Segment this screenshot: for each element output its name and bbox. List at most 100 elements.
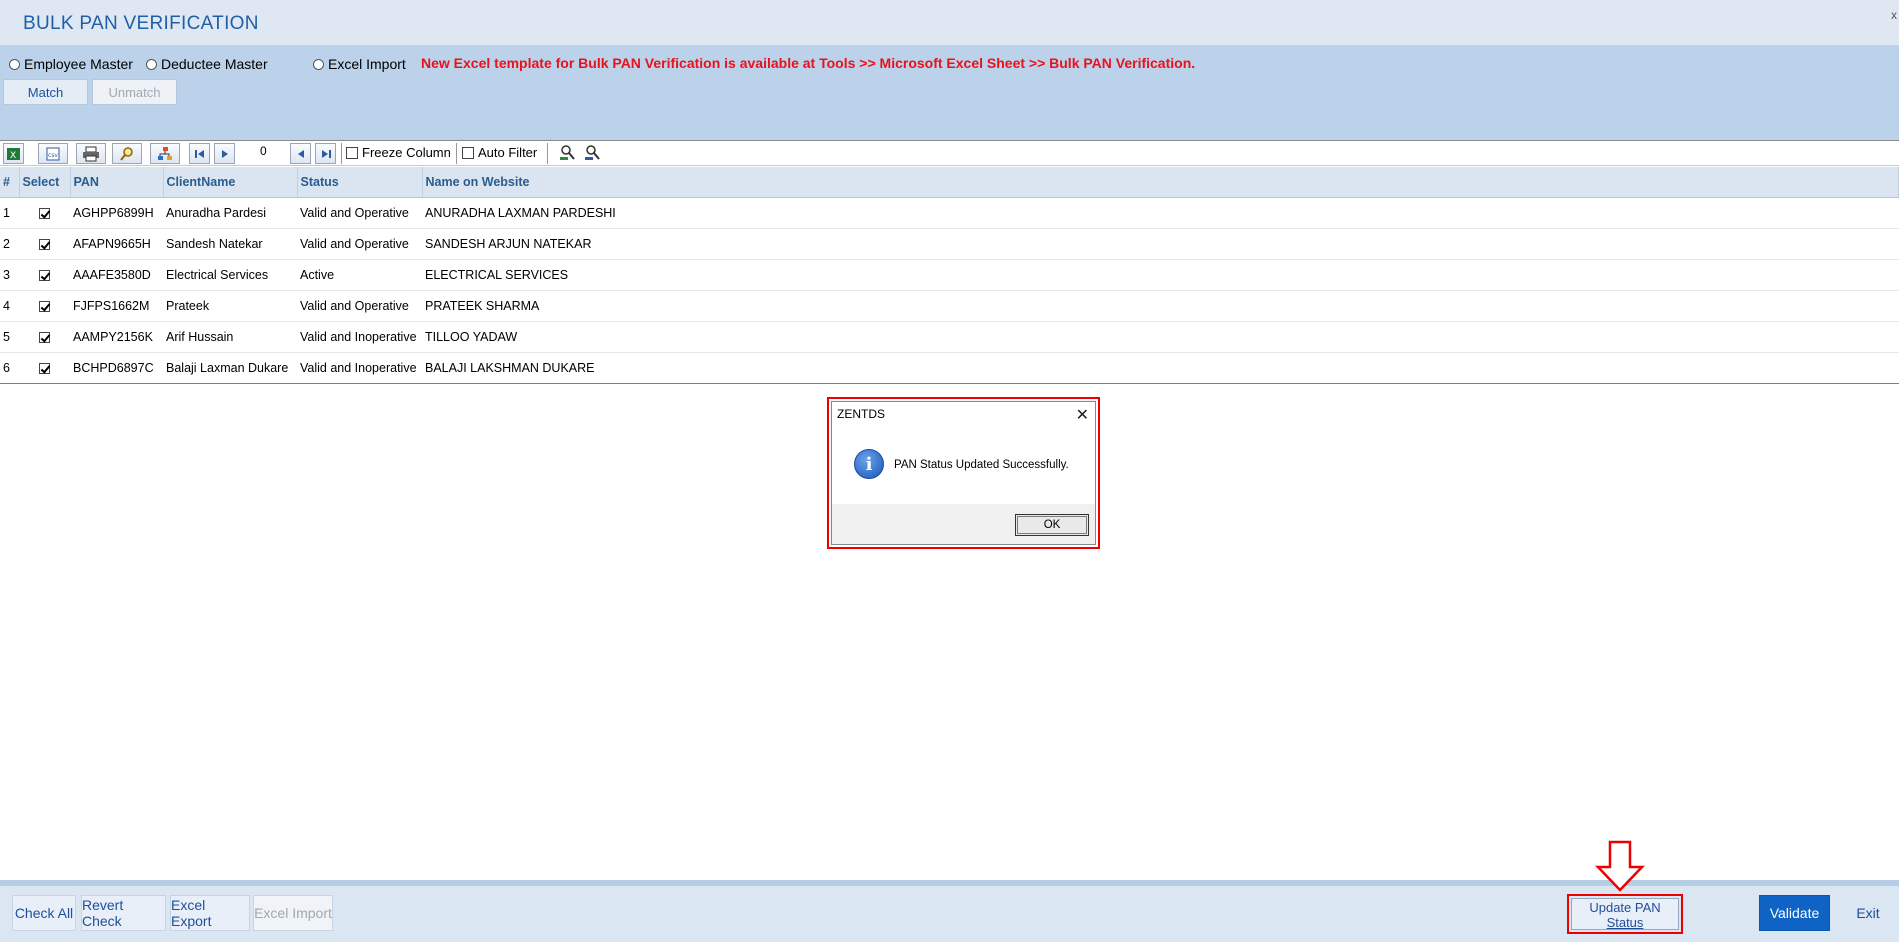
ok-button[interactable]: OK [1015, 514, 1089, 536]
pan-cell: AAAFE3580D [70, 259, 163, 291]
first-page-icon[interactable] [189, 143, 210, 164]
page-title: BULK PAN VERIFICATION [23, 13, 259, 34]
previous-page-icon[interactable] [290, 143, 311, 164]
hierarchy-icon[interactable] [150, 143, 180, 164]
table-row[interactable]: 1 AGHPP6899H Anuradha Pardesi Valid and … [0, 197, 1899, 229]
website-name-cell: PRATEEK SHARMA [422, 290, 1899, 322]
check-all-label: Check All [14, 905, 74, 921]
header-client-name[interactable]: ClientName [163, 167, 298, 198]
row-index: 2 [0, 228, 19, 260]
row-select-checkbox[interactable] [39, 331, 50, 343]
row-select-checkbox[interactable] [39, 238, 50, 250]
checkbox-box-icon [346, 146, 358, 159]
table-row[interactable]: 4 FJFPS1662M Prateek Valid and Operative… [0, 290, 1899, 322]
header-pan[interactable]: PAN [70, 167, 164, 198]
print-icon[interactable] [76, 143, 106, 164]
status-cell: Valid and Operative [297, 197, 422, 229]
header-select[interactable]: Select [19, 167, 71, 198]
status-cell: Valid and Operative [297, 290, 422, 322]
client-name-cell: Sandesh Natekar [163, 228, 297, 260]
options-panel: Employee Master Deductee Master Excel Im… [0, 46, 1899, 140]
radio-employee-master[interactable]: Employee Master [9, 56, 133, 72]
row-index: 5 [0, 321, 19, 353]
grid-toolbar: X csv 0 Freeze Column Auto Filter [0, 140, 1899, 166]
csv-export-icon[interactable]: csv [38, 143, 68, 164]
header-name-on-website[interactable]: Name on Website [422, 167, 1899, 198]
pan-verification-table: # Select PAN ClientName Status Name on W… [0, 167, 1899, 384]
svg-text:csv: csv [48, 152, 58, 159]
search-icon[interactable] [112, 143, 142, 164]
pan-cell: FJFPS1662M [70, 290, 163, 322]
check-all-button[interactable]: Check All [12, 895, 76, 931]
match-button[interactable]: Match [3, 79, 88, 105]
website-name-cell: BALAJI LAKSHMAN DUKARE [422, 352, 1899, 384]
pan-cell: AFAPN9665H [70, 228, 163, 260]
table-row[interactable]: 3 AAAFE3580D Electrical Services Active … [0, 259, 1899, 291]
excel-import-button[interactable]: Excel Import [253, 895, 333, 931]
client-name-cell: Anuradha Pardesi [163, 197, 297, 229]
window-close-icon[interactable]: x [1891, 8, 1897, 22]
exit-button[interactable]: Exit [1842, 895, 1894, 931]
title-bar: BULK PAN VERIFICATION x [0, 0, 1899, 46]
client-name-cell: Arif Hussain [163, 321, 297, 353]
revert-check-button[interactable]: Revert Check [81, 895, 166, 931]
header-index[interactable]: # [0, 167, 20, 198]
pan-cell: BCHPD6897C [70, 352, 163, 384]
radio-circle-icon [9, 58, 20, 70]
header-status[interactable]: Status [297, 167, 423, 198]
row-select-checkbox[interactable] [39, 269, 50, 281]
pan-cell: AGHPP6899H [70, 197, 163, 229]
table-row[interactable]: 6 BCHPD6897C Balaji Laxman Dukare Valid … [0, 352, 1899, 384]
validate-button[interactable]: Validate [1759, 895, 1830, 931]
update-label-line2: Status [1606, 915, 1644, 930]
website-name-cell: ELECTRICAL SERVICES [422, 259, 1899, 291]
status-cell: Active [297, 259, 422, 291]
radio-excel-import[interactable]: Excel Import [313, 56, 406, 72]
message-dialog: ZENTDS ✕ i PAN Status Updated Successful… [831, 401, 1096, 545]
client-name-cell: Prateek [163, 290, 297, 322]
pan-cell: AAMPY2156K [70, 321, 163, 353]
excel-export-icon[interactable]: X [3, 143, 24, 164]
clear-find-icon[interactable] [584, 144, 602, 165]
template-notice: New Excel template for Bulk PAN Verifica… [421, 55, 1196, 71]
row-index: 3 [0, 259, 19, 291]
status-cell: Valid and Inoperative [297, 321, 422, 353]
freeze-column-label: Freeze Column [362, 145, 451, 160]
client-name-cell: Balaji Laxman Dukare [163, 352, 297, 384]
table-row[interactable]: 2 AFAPN9665H Sandesh Natekar Valid and O… [0, 228, 1899, 260]
dialog-close-icon[interactable]: ✕ [1076, 405, 1089, 425]
toolbar-divider [341, 143, 342, 164]
find-user-icon[interactable] [559, 144, 577, 165]
radio-label: Excel Import [328, 56, 406, 72]
freeze-column-checkbox[interactable]: Freeze Column [346, 145, 451, 160]
row-select-checkbox[interactable] [39, 300, 50, 312]
website-name-cell: TILLOO YADAW [422, 321, 1899, 353]
row-select-checkbox[interactable] [39, 207, 50, 219]
website-name-cell: ANURADHA LAXMAN PARDESHI [422, 197, 1899, 229]
checkbox-box-icon [462, 146, 474, 159]
status-cell: Valid and Operative [297, 228, 422, 260]
down-arrow-icon [1595, 840, 1645, 892]
toolbar-divider [547, 143, 548, 164]
info-icon: i [854, 449, 884, 479]
radio-deductee-master[interactable]: Deductee Master [146, 56, 268, 72]
website-name-cell: SANDESH ARJUN NATEKAR [422, 228, 1899, 260]
last-page-icon[interactable] [315, 143, 336, 164]
svg-text:X: X [10, 151, 16, 161]
auto-filter-checkbox[interactable]: Auto Filter [462, 145, 537, 160]
update-pan-status-button[interactable]: Update PAN Status [1571, 898, 1679, 930]
record-count: 0 [260, 144, 267, 158]
table-row[interactable]: 5 AAMPY2156K Arif Hussain Valid and Inop… [0, 321, 1899, 353]
dialog-message: PAN Status Updated Successfully. [894, 459, 1069, 471]
client-name-cell: Electrical Services [163, 259, 297, 291]
update-label-line1: Update PAN [1589, 900, 1661, 915]
row-select-checkbox[interactable] [39, 362, 50, 374]
radio-label: Employee Master [24, 56, 133, 72]
dialog-footer: OK [832, 504, 1095, 544]
next-page-icon[interactable] [214, 143, 235, 164]
auto-filter-label: Auto Filter [478, 145, 538, 160]
unmatch-button[interactable]: Unmatch [92, 79, 177, 105]
excel-export-button[interactable]: Excel Export [170, 895, 250, 931]
radio-circle-icon [146, 58, 157, 70]
radio-circle-icon [313, 58, 324, 70]
